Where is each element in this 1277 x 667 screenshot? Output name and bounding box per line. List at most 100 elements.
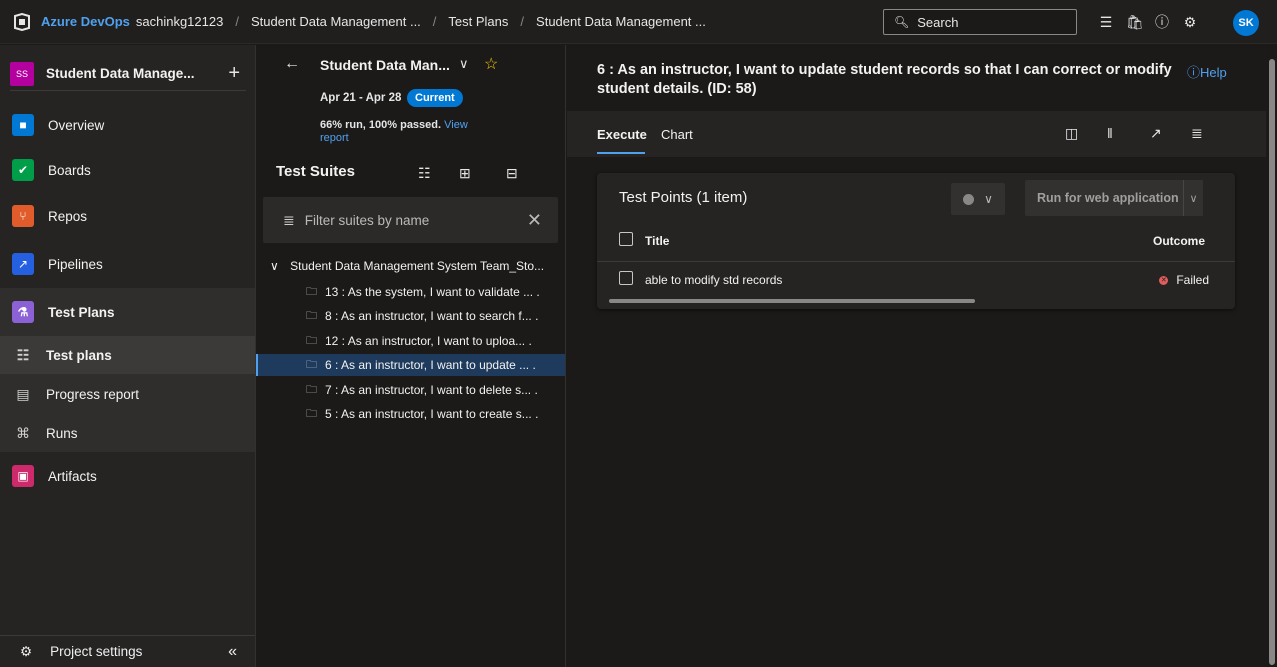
help-circle-icon[interactable]: ⓘ (1152, 12, 1172, 32)
expand-all-icon[interactable]: ⊞ (459, 165, 471, 182)
sidebar-item-test-plans[interactable]: ⚗ Test Plans (0, 288, 255, 336)
chevron-down-icon[interactable]: ∨ (459, 56, 469, 72)
vertical-scrollbar[interactable] (1267, 45, 1277, 667)
failed-icon: ✕ (1159, 275, 1169, 285)
chevron-down-icon: ∨ (984, 192, 993, 206)
tab-execute[interactable]: Execute (597, 127, 647, 142)
filter-icon[interactable]: ≣ (1191, 125, 1203, 142)
suite-item-selected[interactable]: 🗀︎ 6 : As an instructor, I want to updat… (256, 354, 565, 376)
test-point-outcome: ✕ Failed (1159, 273, 1209, 287)
run-options-dropdown[interactable]: ∨ (1183, 180, 1203, 216)
breadcrumb-plan[interactable]: Student Data Management ... (536, 14, 706, 29)
sidebar-item-boards[interactable]: ✔ Boards (0, 149, 255, 191)
repos-icon: ⑂ (12, 205, 34, 227)
suite-item-label: 5 : As an instructor, I want to create s… (325, 407, 539, 421)
breadcrumb-project[interactable]: Student Data Management ... (251, 14, 421, 29)
sidebar-item-artifacts[interactable]: ▣ Artifacts (0, 456, 255, 496)
sidebar-item-label: Boards (48, 162, 91, 178)
expand-icon[interactable]: ↗ (1150, 125, 1162, 142)
select-all-checkbox[interactable] (619, 232, 633, 246)
iteration-dates: Apr 21 - Apr 28 (320, 92, 402, 104)
chevron-down-icon[interactable]: ∨ (270, 259, 279, 273)
test-point-title[interactable]: able to modify std records (645, 273, 782, 287)
scrollbar-thumb[interactable] (1269, 59, 1275, 665)
sidebar-subitem-runs[interactable]: ⌘ Runs (0, 414, 255, 452)
row-checkbox[interactable] (619, 271, 633, 285)
suite-item[interactable]: 🗀︎ 7 : As an instructor, I want to delet… (256, 379, 565, 401)
plan-title[interactable]: Student Data Man... (320, 57, 450, 73)
toggle-pane-icon[interactable]: ◫ (1065, 125, 1078, 142)
sidebar-item-repos[interactable]: ⑂ Repos (0, 195, 255, 237)
breadcrumb-separator: / (520, 14, 525, 29)
suite-item[interactable]: 🗀︎ 12 : As an instructor, I want to uplo… (256, 330, 565, 352)
filter-icon: ≣ (283, 211, 295, 228)
test-plans-sub-icon: ☷ (16, 346, 30, 363)
sidebar-subitem-test-plans[interactable]: ☷ Test plans (0, 336, 255, 374)
favorite-star-icon[interactable]: ☆ (484, 54, 498, 74)
suite-item-label: 8 : As an instructor, I want to search f… (325, 309, 539, 323)
suite-tree-root[interactable]: ∨ Student Data Management System Team_St… (270, 259, 544, 273)
project-badge: SS (10, 61, 34, 86)
runs-icon: ⌘ (16, 424, 30, 441)
breadcrumb-test-plans[interactable]: Test Plans (448, 14, 508, 29)
progress-report-icon: ▤ (16, 385, 30, 402)
suite-folder-icon: 🗀︎ (306, 285, 317, 298)
breadcrumb-org[interactable]: sachinkg12123 (136, 14, 223, 29)
add-icon[interactable]: + (228, 62, 240, 85)
suite-folder-icon: 🗀︎ (306, 334, 317, 347)
sidebar-item-label: Progress report (46, 386, 140, 402)
column-header-outcome[interactable]: Outcome (1153, 234, 1205, 248)
suite-item[interactable]: 🗀︎ 8 : As an instructor, I want to searc… (256, 305, 565, 327)
collapse-all-icon[interactable]: ⊟ (506, 165, 518, 182)
tab-chart[interactable]: Chart (661, 127, 693, 142)
pipelines-icon: ↗ (12, 253, 34, 275)
left-navigation: SS Student Data Manage... + ■ Overview ✔… (0, 45, 256, 667)
chevron-down-icon: ∨ (1189, 192, 1198, 205)
tab-bar: Execute Chart ◫ ‖ ↗ ≣ (567, 111, 1266, 157)
column-options-icon[interactable]: ‖ (1107, 125, 1113, 141)
user-settings-icon[interactable]: ⚙ (1180, 12, 1200, 32)
filter-placeholder: Filter suites by name (304, 212, 430, 228)
search-placeholder: Search (917, 14, 959, 30)
suite-item[interactable]: 🗀︎ 5 : As an instructor, I want to creat… (256, 403, 565, 425)
suite-folder-icon: 🗀︎ (306, 383, 317, 396)
filter-suites-input[interactable]: ≣ Filter suites by name ✕ (263, 197, 558, 243)
suite-item-label: 13 : As the system, I want to validate .… (325, 285, 540, 299)
project-name[interactable]: Student Data Manage... (46, 66, 228, 81)
column-header-title[interactable]: Title (645, 234, 669, 248)
suite-title: 6 : As an instructor, I want to update s… (597, 62, 1172, 97)
test-plans-icon: ⚗ (12, 301, 34, 323)
horizontal-scrollbar[interactable] (609, 299, 975, 303)
avatar[interactable]: SK (1233, 10, 1259, 36)
suite-root-label: Student Data Management System Team_Sto.… (290, 259, 545, 273)
run-button-label: Run for web application (1037, 191, 1179, 205)
suite-item[interactable]: 🗀︎ 13 : As the system, I want to validat… (256, 281, 565, 303)
clear-filter-icon[interactable]: ✕ (527, 210, 542, 231)
marketplace-bag-icon[interactable]: 🛍︎ (1125, 12, 1145, 32)
suite-folder-icon: 🗀︎ (306, 309, 317, 322)
suite-folder-icon: 🗀︎ (306, 407, 317, 420)
collapse-sidebar-icon[interactable]: « (228, 643, 237, 661)
sidebar-item-pipelines[interactable]: ↗ Pipelines (0, 243, 255, 285)
azure-devops-logo-icon[interactable] (13, 12, 31, 31)
run-for-web-application-button[interactable]: Run for web application (1025, 180, 1203, 216)
sidebar-subitem-progress-report[interactable]: ▤ Progress report (0, 374, 255, 414)
outcome-label: Failed (1176, 273, 1209, 287)
run-summary: 66% run, 100% passed. View report (320, 119, 490, 145)
back-arrow-icon[interactable]: ← (284, 55, 300, 73)
mark-outcome-dropdown[interactable]: ∨ (951, 183, 1005, 215)
test-suites-panel: ← Student Data Man... ∨ ☆ Apr 21 - Apr 2… (256, 45, 566, 667)
help-link[interactable]: ⓘHelp (1187, 62, 1227, 81)
suite-item-label: 7 : As an instructor, I want to delete s… (325, 383, 538, 397)
boards-icon: ✔ (12, 159, 34, 181)
breadcrumb-separator: / (235, 14, 239, 29)
suite-hierarchy-icon[interactable]: ☷ (418, 165, 431, 182)
search-input[interactable]: 🔍︎ Search (883, 9, 1077, 35)
sidebar-item-label: Pipelines (48, 256, 103, 272)
project-header[interactable]: SS Student Data Manage... + (10, 57, 246, 91)
project-settings-button[interactable]: ⚙ Project settings « (0, 635, 255, 667)
task-list-icon[interactable]: ☰ (1096, 12, 1116, 32)
brand-link[interactable]: Azure DevOps (41, 14, 130, 29)
sidebar-item-label: Runs (46, 425, 78, 441)
sidebar-item-overview[interactable]: ■ Overview (0, 104, 255, 146)
